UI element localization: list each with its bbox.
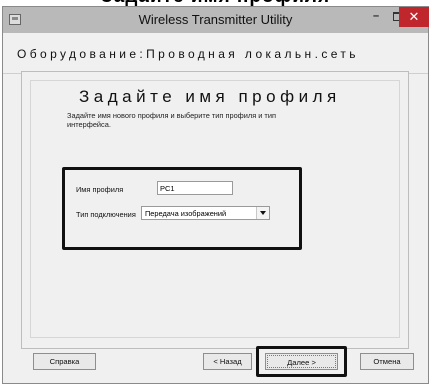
profile-form-highlight: Имя профиля Тип подключения Передача изо… bbox=[62, 167, 302, 250]
wizard-panel: Задайте имя профиля Задайте имя нового п… bbox=[21, 71, 409, 349]
connection-type-select[interactable]: Передача изображений bbox=[141, 206, 270, 220]
wizard-description: Задайте имя нового профиля и выберите ти… bbox=[67, 111, 276, 129]
back-button[interactable]: < Назад bbox=[203, 353, 252, 370]
next-button-label: Далее > bbox=[267, 355, 336, 368]
next-button[interactable]: Далее > bbox=[265, 353, 338, 370]
minimize-button[interactable]: – bbox=[365, 7, 387, 27]
profile-name-input[interactable] bbox=[157, 181, 233, 195]
help-button[interactable]: Справка bbox=[33, 353, 96, 370]
section-title: Оборудование:Проводная локальн.сеть bbox=[17, 47, 359, 61]
connection-type-label: Тип подключения bbox=[76, 210, 136, 219]
cancel-button[interactable]: Отмена bbox=[360, 353, 414, 370]
chevron-down-icon[interactable] bbox=[256, 207, 269, 219]
close-button[interactable]: ✕ bbox=[399, 7, 429, 27]
dialog-window: Wireless Transmitter Utility – ✕ Оборудо… bbox=[2, 6, 429, 384]
wizard-title: Задайте имя профиля bbox=[79, 87, 341, 106]
title-bar[interactable]: Wireless Transmitter Utility – ✕ bbox=[3, 7, 429, 33]
profile-name-label: Имя профиля bbox=[76, 185, 124, 194]
connection-type-value: Передача изображений bbox=[145, 209, 227, 218]
header-band: Оборудование:Проводная локальн.сеть bbox=[3, 33, 428, 74]
wizard-panel-inner: Задайте имя профиля Задайте имя нового п… bbox=[30, 80, 400, 338]
